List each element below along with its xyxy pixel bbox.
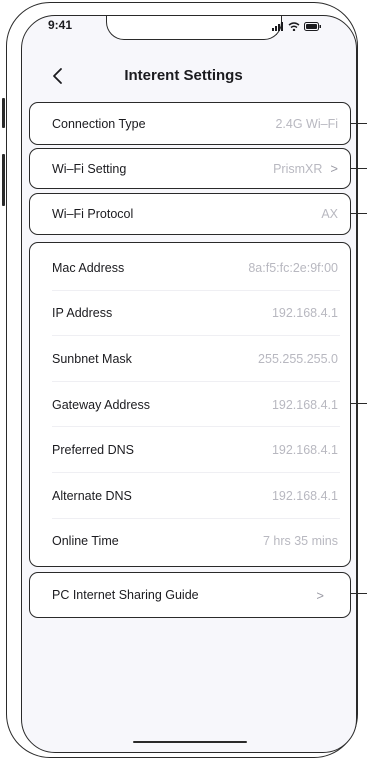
connection-type-row[interactable]: Connection Type 2.4G Wi–Fi [29, 102, 351, 145]
info-label: IP Address [52, 306, 113, 321]
info-label: Gateway Address [52, 397, 150, 412]
wifi-setting-row[interactable]: Wi–Fi Setting PrismXR > [29, 148, 351, 189]
pc-sharing-guide-row[interactable]: PC Internet Sharing Guide > [29, 572, 351, 618]
wifi-protocol-value: AX [321, 207, 338, 221]
connection-type-label: Connection Type [52, 116, 146, 131]
annotation-line [351, 213, 367, 215]
info-label: Online Time [52, 534, 119, 549]
connection-type-value: 2.4G Wi–Fi [275, 116, 338, 131]
annotation-line [351, 123, 367, 125]
annotation-line [351, 403, 367, 405]
info-row-subnet-mask: Sunbnet Mask 255.255.255.0 [30, 336, 350, 382]
annotation-line [351, 168, 367, 170]
info-value: 8a:f5:fc:2e:9f:00 [248, 260, 338, 275]
info-value: 192.168.4.1 [271, 397, 338, 412]
info-row-online-time: Online Time 7 hrs 35 mins [30, 519, 350, 565]
status-icons [272, 22, 322, 31]
info-value: 192.168.4.1 [271, 443, 338, 458]
home-indicator [133, 741, 247, 743]
info-row-gateway-address: Gateway Address 192.168.4.1 [30, 382, 350, 428]
annotation-line [351, 593, 367, 595]
info-row-alternate-dns: Alternate DNS 192.168.4.1 [30, 473, 350, 519]
wifi-setting-label: Wi–Fi Setting [52, 161, 127, 176]
info-label: Sunbnet Mask [52, 351, 132, 366]
network-info-card: Mac Address 8a:f5:fc:2e:9f:00 IP Address… [29, 242, 351, 567]
chevron-right-icon: > [330, 161, 338, 176]
info-value: 7 hrs 35 mins [262, 534, 338, 549]
wifi-icon [288, 22, 300, 31]
info-label: Mac Address [52, 260, 125, 275]
wifi-protocol-label: Wi–Fi Protocol [52, 207, 134, 221]
info-row-mac-address: Mac Address 8a:f5:fc:2e:9f:00 [30, 245, 350, 291]
notch [106, 16, 282, 40]
page-title: Interent Settings [124, 67, 243, 84]
side-button [2, 154, 5, 206]
status-time: 9:41 [48, 18, 73, 32]
pc-sharing-guide-label: PC Internet Sharing Guide [52, 588, 199, 602]
info-label: Alternate DNS [52, 488, 132, 503]
wifi-setting-value: PrismXR [273, 161, 323, 176]
side-button [2, 98, 5, 128]
info-value: 192.168.4.1 [271, 306, 338, 321]
chevron-right-icon: > [316, 587, 324, 603]
info-row-preferred-dns: Preferred DNS 192.168.4.1 [30, 427, 350, 473]
signal-icon [272, 22, 283, 31]
info-value: 192.168.4.1 [271, 488, 338, 503]
info-label: Preferred DNS [52, 443, 134, 458]
info-row-ip-address: IP Address 192.168.4.1 [30, 291, 350, 337]
info-value: 255.255.255.0 [258, 351, 338, 366]
battery-icon [304, 22, 321, 31]
wifi-protocol-row[interactable]: Wi–Fi Protocol AX [29, 193, 351, 235]
